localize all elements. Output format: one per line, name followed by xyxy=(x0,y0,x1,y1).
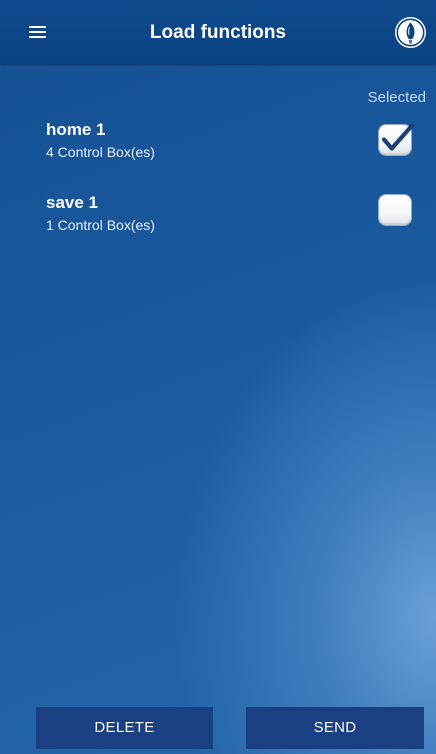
hamburger-menu-icon[interactable] xyxy=(22,18,54,46)
selected-checkbox[interactable] xyxy=(379,123,415,155)
checkmark-icon xyxy=(381,123,415,151)
item-detail: 4 Control Box(es) xyxy=(46,144,155,160)
send-button[interactable]: SEND xyxy=(246,707,424,749)
item-name: home 1 xyxy=(46,120,106,139)
item-detail: 1 Control Box(es) xyxy=(46,217,155,233)
menu-line xyxy=(29,26,46,28)
page-title: Load functions xyxy=(149,22,287,43)
lightbulb-icon[interactable] xyxy=(395,17,426,48)
list-item-home-1[interactable]: home 1 4 Control Box(es) xyxy=(0,120,436,178)
menu-line xyxy=(29,31,46,33)
menu-line xyxy=(29,36,46,38)
load-functions-screen: Load functions Selected home 1 4 Control… xyxy=(0,0,436,754)
delete-button[interactable]: DELETE xyxy=(36,707,213,749)
list-item-save-1[interactable]: save 1 1 Control Box(es) xyxy=(0,193,436,251)
item-name: save 1 xyxy=(46,193,98,212)
top-app-bar: Load functions xyxy=(0,0,436,64)
unselected-checkbox[interactable] xyxy=(379,195,411,225)
selected-column-header: Selected xyxy=(367,89,426,106)
